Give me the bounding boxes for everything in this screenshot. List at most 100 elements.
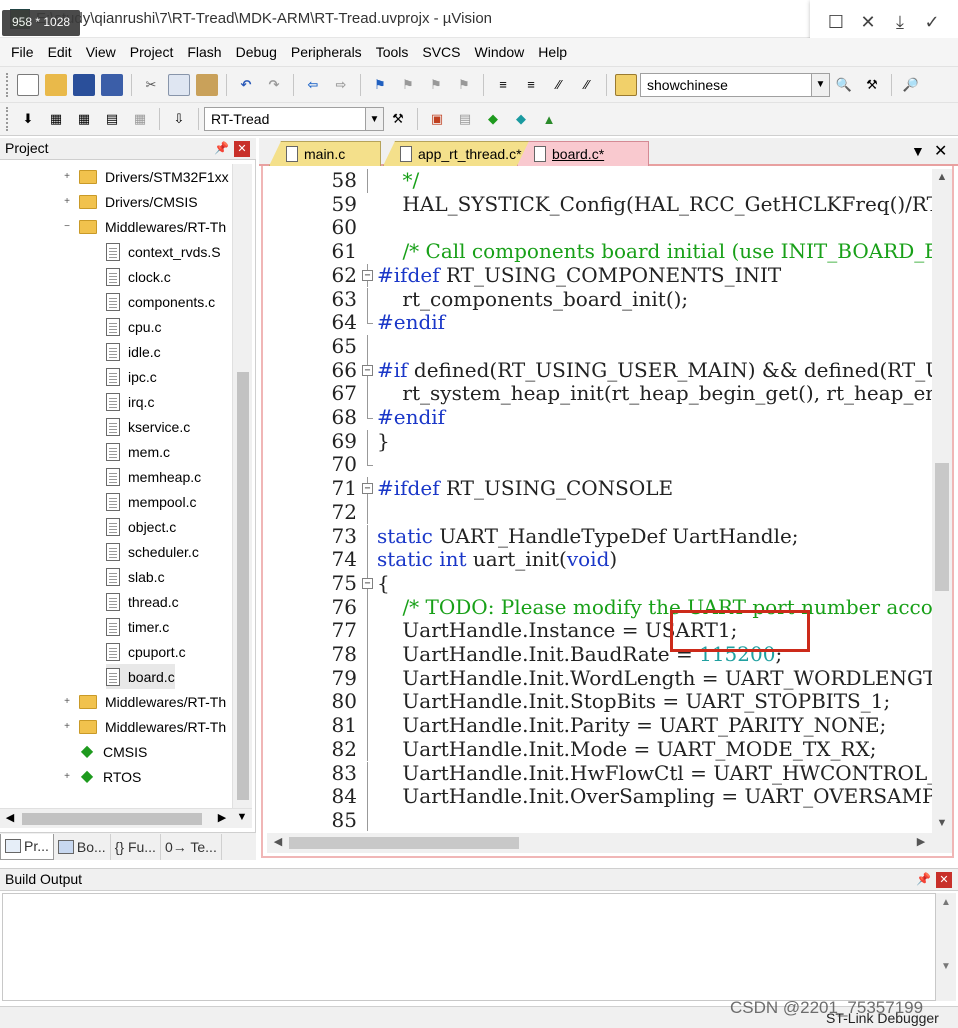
- code-line[interactable]: 71− #ifdef RT_USING_CONSOLE: [267, 476, 933, 501]
- new-file-icon[interactable]: [17, 73, 39, 96]
- close-icon[interactable]: ✕: [934, 141, 947, 161]
- undo-icon[interactable]: ↶: [235, 74, 257, 96]
- menu-help[interactable]: Help: [531, 44, 574, 60]
- code-line[interactable]: 75−{: [267, 571, 933, 596]
- menu-view[interactable]: View: [79, 44, 123, 60]
- menu-flash[interactable]: Flash: [180, 44, 228, 60]
- expand-icon[interactable]: +: [62, 171, 72, 182]
- indent-icon[interactable]: ≡: [492, 74, 514, 96]
- scroll-right-icon[interactable]: ▶: [912, 835, 930, 848]
- tree-item[interactable]: context_rvds.S: [106, 239, 221, 264]
- code-line[interactable]: 73 static UART_HandleTypeDef UartHandle;: [267, 524, 933, 549]
- code-line[interactable]: 66− #if defined(RT_USING_USER_MAIN) && de…: [267, 358, 933, 383]
- fold-gutter[interactable]: −: [361, 263, 375, 288]
- build-output-text[interactable]: [2, 893, 936, 1001]
- menu-edit[interactable]: Edit: [41, 44, 79, 60]
- download-load-icon[interactable]: ⇩: [168, 108, 190, 130]
- next-bookmark-icon[interactable]: ⚑: [425, 74, 447, 96]
- debug-session-icon[interactable]: 🔎: [900, 74, 922, 96]
- code-line[interactable]: 64 #endif: [267, 310, 933, 335]
- pack-installer-icon[interactable]: ◆: [510, 108, 532, 130]
- scroll-thumb[interactable]: [22, 813, 202, 825]
- code-line[interactable]: 59 HAL_SYSTICK_Config(HAL_RCC_GetHCLKFre…: [267, 192, 933, 217]
- code-line[interactable]: 81 UartHandle.Init.Parity = UART_PARITY_…: [267, 713, 933, 738]
- code-lines[interactable]: 58 */59 HAL_SYSTICK_Config(HAL_RCC_GetHC…: [267, 169, 933, 831]
- tree-item[interactable]: mem.c: [106, 439, 170, 464]
- collapse-icon[interactable]: −: [362, 364, 373, 376]
- code-line[interactable]: 78 UartHandle.Init.BaudRate = 115200;: [267, 642, 933, 667]
- collapse-icon[interactable]: −: [362, 483, 373, 495]
- close-icon[interactable]: ✕: [857, 12, 879, 33]
- scroll-thumb[interactable]: [935, 463, 949, 591]
- tree-item[interactable]: + Middlewares/RT-Th: [62, 714, 226, 739]
- build-icon[interactable]: ▦: [45, 108, 67, 130]
- pin-icon[interactable]: 📌: [214, 141, 229, 155]
- target-options-icon[interactable]: ⚒: [387, 108, 409, 130]
- clear-bookmarks-icon[interactable]: ⚑: [453, 74, 475, 96]
- tab-board-c[interactable]: board.c*: [517, 141, 649, 166]
- chevron-down-icon[interactable]: ▼: [234, 811, 250, 823]
- tree-item[interactable]: + Drivers/STM32F1xx: [62, 164, 229, 189]
- tree-item[interactable]: memheap.c: [106, 464, 201, 489]
- code-horizontal-scrollbar[interactable]: ◀ ▶: [267, 833, 952, 853]
- fold-gutter[interactable]: −: [361, 358, 375, 383]
- file-extensions-icon[interactable]: ▤: [454, 108, 476, 130]
- tab-templates[interactable]: 0→ Te...: [161, 833, 222, 860]
- tree-item[interactable]: idle.c: [106, 339, 161, 364]
- rebuild-icon[interactable]: ▦: [73, 108, 95, 130]
- code-line[interactable]: 79 UartHandle.Init.WordLength = UART_WOR…: [267, 666, 933, 691]
- tree-horizontal-scrollbar[interactable]: ◀ ▶ ▼: [0, 808, 252, 828]
- find-in-files-icon[interactable]: [615, 73, 637, 96]
- tree-item[interactable]: slab.c: [106, 564, 165, 589]
- comment-icon[interactable]: ∕∕: [548, 74, 570, 96]
- tree-item[interactable]: mempool.c: [106, 489, 196, 514]
- code-line[interactable]: 85: [267, 808, 933, 831]
- menu-project[interactable]: Project: [123, 44, 181, 60]
- code-line[interactable]: 61 /* Call components board initial (use…: [267, 239, 933, 264]
- menu-debug[interactable]: Debug: [229, 44, 284, 60]
- tree-item[interactable]: kservice.c: [106, 414, 190, 439]
- unindent-icon[interactable]: ≡: [520, 74, 542, 96]
- menu-peripherals[interactable]: Peripherals: [284, 44, 369, 60]
- tree-item[interactable]: cpuport.c: [106, 639, 186, 664]
- fold-gutter[interactable]: −: [361, 571, 375, 596]
- open-icon[interactable]: ☐: [825, 12, 847, 33]
- scroll-thumb[interactable]: [289, 837, 519, 849]
- uncomment-icon[interactable]: ∕∕: [576, 74, 598, 96]
- code-line[interactable]: 67 rt_system_heap_init(rt_heap_begin_get…: [267, 382, 933, 406]
- code-line[interactable]: 62− #ifdef RT_USING_COMPONENTS_INIT: [267, 263, 933, 288]
- manage-components-icon[interactable]: ▣: [426, 108, 448, 130]
- code-line[interactable]: 58 */: [267, 169, 933, 193]
- scroll-left-icon[interactable]: ◀: [269, 835, 287, 848]
- chevron-down-icon[interactable]: ▼: [365, 108, 383, 130]
- tree-item[interactable]: clock.c: [106, 264, 171, 289]
- tree-item[interactable]: − Middlewares/RT-Th: [62, 214, 226, 239]
- close-icon[interactable]: ✕: [936, 872, 952, 888]
- code-line[interactable]: 63 rt_components_board_init();: [267, 287, 933, 312]
- tree-item[interactable]: board.c: [106, 664, 175, 689]
- menu-file[interactable]: File: [4, 44, 41, 60]
- save-all-icon[interactable]: [101, 73, 123, 96]
- stop-build-icon[interactable]: ▦: [129, 108, 151, 130]
- copy-icon[interactable]: [168, 73, 190, 96]
- collapse-icon[interactable]: −: [362, 269, 373, 281]
- expand-icon[interactable]: +: [62, 196, 72, 207]
- scroll-up-icon[interactable]: ▲: [932, 171, 952, 183]
- paste-icon[interactable]: [196, 73, 218, 96]
- tree-item[interactable]: object.c: [106, 514, 176, 539]
- tab-project[interactable]: Pr...: [0, 833, 54, 860]
- code-line[interactable]: 72: [267, 500, 933, 525]
- tree-item[interactable]: + ◆ RTOS: [62, 764, 141, 789]
- cut-icon[interactable]: ✂: [140, 74, 162, 96]
- run-time-environment-icon[interactable]: ◆: [482, 108, 504, 130]
- code-vertical-scrollbar[interactable]: ▲ ▼: [932, 169, 952, 833]
- tree-item[interactable]: timer.c: [106, 614, 169, 639]
- menu-window[interactable]: Window: [468, 44, 532, 60]
- scroll-right-icon[interactable]: ▶: [214, 811, 230, 824]
- scroll-thumb[interactable]: [237, 372, 249, 800]
- build-output-scrollbar[interactable]: ▲ ▼: [936, 893, 956, 1001]
- code-line[interactable]: 82 UartHandle.Init.Mode = UART_MODE_TX_R…: [267, 737, 933, 762]
- tab-list-dropdown-icon[interactable]: ▼: [911, 143, 925, 159]
- expand-icon[interactable]: +: [62, 696, 72, 707]
- chevron-down-icon[interactable]: ▼: [811, 73, 829, 96]
